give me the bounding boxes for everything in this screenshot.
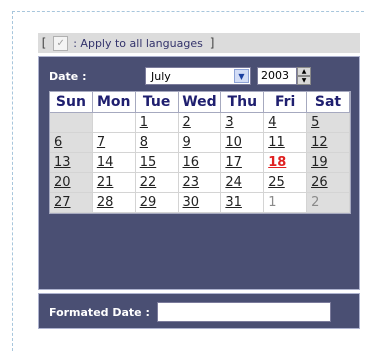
day-cell[interactable]: 2: [178, 113, 222, 133]
apply-all-languages-row: [ ✓ : Apply to all languages ]: [38, 33, 360, 53]
day-cell[interactable]: 9: [178, 133, 222, 153]
day-header-sun: Sun: [50, 92, 93, 113]
day-cell[interactable]: 4: [264, 113, 308, 133]
week-row: 1 2 3 4 5: [50, 113, 350, 133]
month-value: July: [151, 69, 171, 83]
chevron-down-icon[interactable]: ▼: [234, 69, 249, 83]
day-cell[interactable]: 17: [221, 153, 265, 173]
day-cell[interactable]: 20: [50, 173, 93, 193]
day-cell[interactable]: 29: [135, 193, 179, 213]
day-header-tue: Tue: [135, 92, 179, 113]
day-cell[interactable]: 26: [307, 173, 350, 193]
apply-all-label: : Apply to all languages: [73, 36, 203, 50]
date-label: Date :: [49, 70, 87, 83]
day-header-fri: Fri: [264, 92, 308, 113]
day-cell[interactable]: 7: [92, 133, 136, 153]
day-cell[interactable]: 14: [92, 153, 136, 173]
day-cell[interactable]: 27: [50, 193, 93, 213]
day-cell[interactable]: 22: [135, 173, 179, 193]
day-cell[interactable]: 28: [92, 193, 136, 213]
formatted-date-row: Formated Date :: [38, 293, 360, 329]
bracket-close: ]: [208, 36, 217, 50]
day-cell: [92, 113, 136, 133]
day-header-wed: Wed: [178, 92, 222, 113]
calendar-panel: Date : July ▼ 2003 ▲ ▼ Sun Mon Tue Wed T…: [38, 56, 360, 290]
day-cell: [50, 113, 93, 133]
day-cell[interactable]: 23: [178, 173, 222, 193]
spin-up-icon[interactable]: ▲: [297, 67, 311, 76]
year-input[interactable]: 2003: [257, 67, 297, 85]
calendar-grid: Sun Mon Tue Wed Thu Fri Sat 1 2 3 4 5 6: [49, 91, 351, 214]
spin-down-icon[interactable]: ▼: [297, 76, 311, 85]
day-cell[interactable]: 13: [50, 153, 93, 173]
week-row: 20 21 22 23 24 25 26: [50, 173, 350, 193]
day-header-mon: Mon: [92, 92, 136, 113]
day-cell[interactable]: 31: [221, 193, 265, 213]
month-select[interactable]: July ▼: [145, 67, 251, 85]
apply-all-checkbox[interactable]: ✓: [53, 35, 69, 51]
week-row: 27 28 29 30 31 1 2: [50, 193, 350, 213]
day-header-thu: Thu: [221, 92, 265, 113]
day-header-sat: Sat: [307, 92, 350, 113]
day-cell[interactable]: 19: [307, 153, 350, 173]
day-cell[interactable]: 25: [264, 173, 308, 193]
day-cell-next-month[interactable]: 1: [264, 193, 308, 213]
day-cell[interactable]: 5: [307, 113, 350, 133]
day-cell-next-month[interactable]: 2: [307, 193, 350, 213]
day-cell[interactable]: 16: [178, 153, 222, 173]
date-controls: Date : July ▼ 2003 ▲ ▼: [49, 67, 349, 87]
formatted-date-input[interactable]: [157, 302, 331, 322]
bracket-open: [: [40, 36, 48, 50]
week-row: 6 7 8 9 10 11 12: [50, 133, 350, 153]
dashed-border-left: [12, 11, 13, 351]
dashed-border-top: [12, 11, 364, 12]
day-cell[interactable]: 15: [135, 153, 179, 173]
day-cell[interactable]: 24: [221, 173, 265, 193]
day-cell[interactable]: 1: [135, 113, 179, 133]
day-cell[interactable]: 30: [178, 193, 222, 213]
day-cell[interactable]: 6: [50, 133, 93, 153]
year-spinner[interactable]: ▲ ▼: [297, 67, 311, 85]
week-row: 13 14 15 16 17 18 19: [50, 153, 350, 173]
day-cell[interactable]: 8: [135, 133, 179, 153]
day-header-row: Sun Mon Tue Wed Thu Fri Sat: [50, 92, 350, 113]
checkmark-icon: ✓: [56, 37, 65, 49]
formatted-date-label: Formated Date :: [49, 306, 150, 319]
day-cell[interactable]: 11: [264, 133, 308, 153]
day-cell-today[interactable]: 18: [264, 153, 308, 173]
day-cell[interactable]: 3: [221, 113, 265, 133]
day-cell[interactable]: 12: [307, 133, 350, 153]
day-cell[interactable]: 10: [221, 133, 265, 153]
day-cell[interactable]: 21: [92, 173, 136, 193]
